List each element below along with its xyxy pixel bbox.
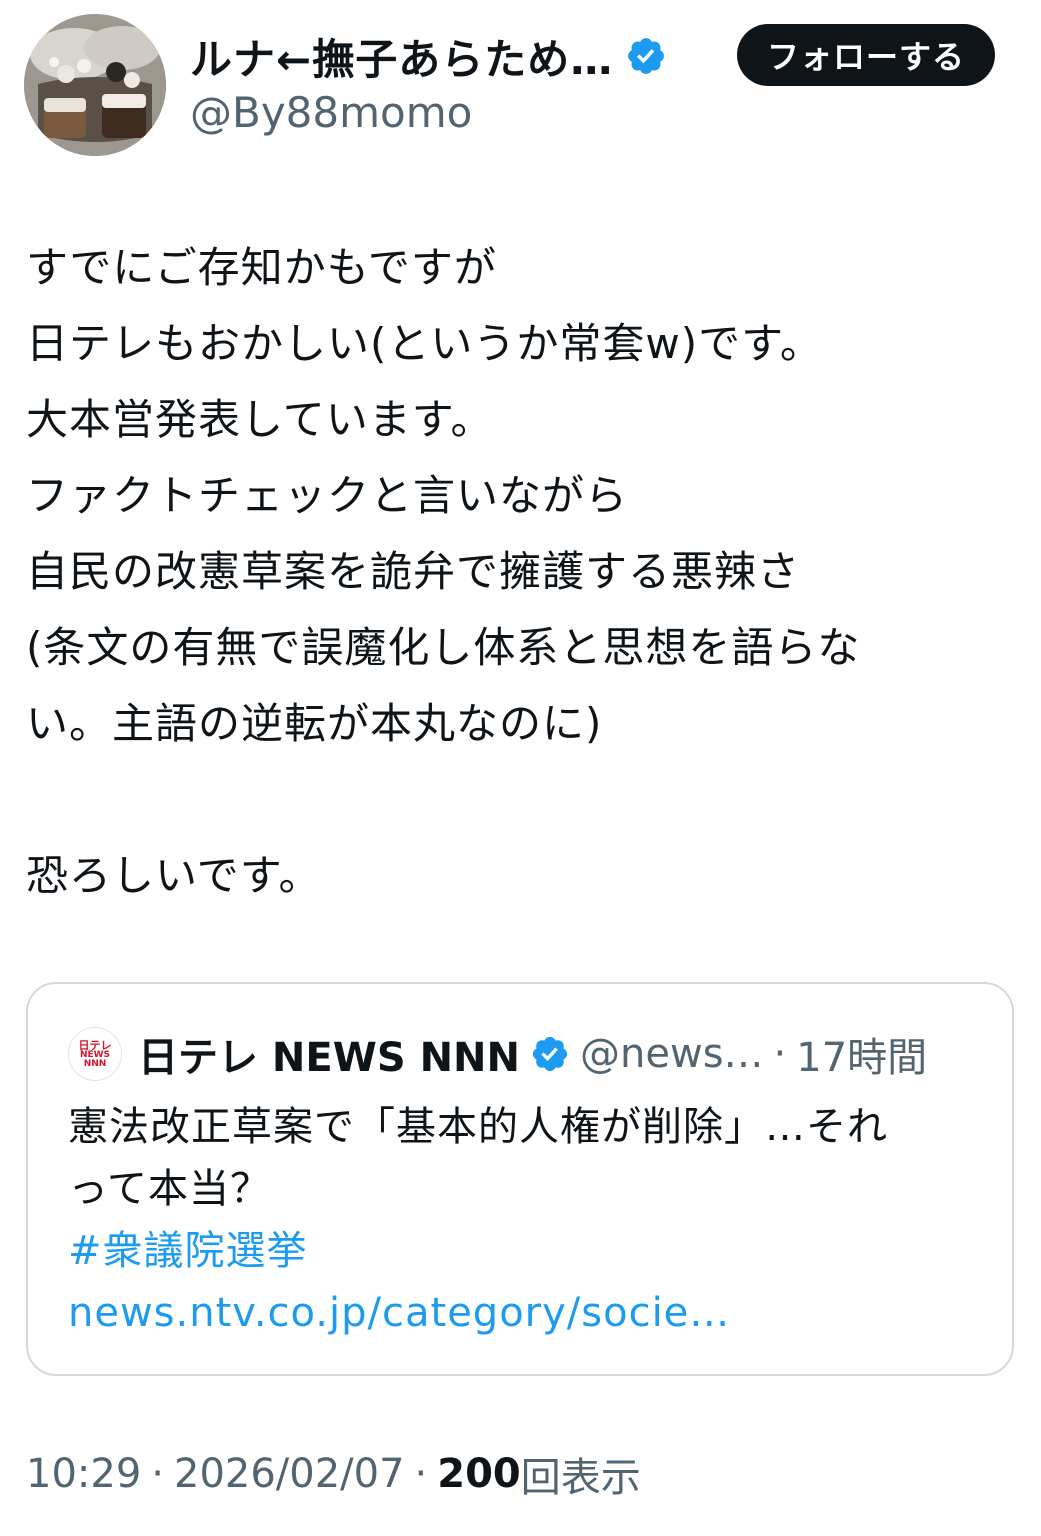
separator-dot: · (773, 1031, 787, 1077)
tweet-line: (条文の有無で誤魔化し体系と思想を語らな (26, 623, 861, 672)
tweet-line: 大本営発表しています。 (26, 395, 494, 444)
ntv-news-logo-icon: 日テレ NEWS NNN (68, 1027, 122, 1081)
author-handle[interactable]: @By88momo (190, 88, 472, 137)
quoted-tweet-text: 憲法改正草案で「基本的人権が削除」…それ って本当？ #衆議院選挙 news.n… (68, 1096, 978, 1344)
author-name-row[interactable]: ルナ←撫子あらため… (190, 24, 667, 88)
verified-badge-icon (532, 1036, 568, 1072)
tweet-meta: 10:29 · 2026/02/07 · 200 回表示 (26, 1446, 641, 1502)
author-display-name[interactable]: ルナ←撫子あらため… (190, 26, 613, 87)
tweet-text: すでにご存知かもですが 日テレもおかしい(というか常套w)です。 大本営発表して… (26, 230, 1016, 914)
quoted-text-line: 憲法改正草案で「基本的人権が削除」…それ (68, 1104, 888, 1150)
quoted-author-name: 日テレ NEWS NNN (138, 1035, 521, 1081)
tweet-line: 恐ろしいです。 (26, 851, 322, 900)
quoted-text-line: って本当？ (68, 1166, 271, 1212)
tweet-line: ファクトチェックと言いながら (26, 471, 629, 520)
quoted-tweet-header: 日テレ NEWS NNN 日テレ NEWS NNN @news… · 17時間 (68, 1024, 927, 1084)
tweet-time[interactable]: 10:29 (26, 1451, 141, 1497)
tweet-line: い。主語の逆転が本丸なのに) (26, 699, 603, 748)
separator-dot: · (151, 1451, 164, 1497)
hashtag-link[interactable]: #衆議院選挙 (68, 1228, 308, 1274)
avatar[interactable] (24, 14, 166, 156)
views-label: 回表示 (520, 1455, 641, 1501)
avatar-image (24, 14, 166, 156)
quoted-tweet-card[interactable]: 日テレ NEWS NNN 日テレ NEWS NNN @news… · 17時間 … (26, 982, 1014, 1376)
tweet-date[interactable]: 2026/02/07 (174, 1451, 405, 1497)
tweet-line: 自民の改憲草案を詭弁で擁護する悪辣さ (26, 547, 801, 596)
article-link[interactable]: news.ntv.co.jp/category/socie… (68, 1290, 730, 1336)
separator-dot: · (414, 1451, 428, 1497)
tweet-line: すでにご存知かもですが (26, 243, 497, 292)
quoted-tweet-time: 17時間 (796, 1035, 928, 1081)
views-count: 200 (437, 1451, 521, 1497)
quoted-author-handle: @news… (580, 1031, 764, 1077)
tweet-line: 日テレもおかしい(というか常套w)です。 (26, 319, 823, 368)
follow-button[interactable]: フォローする (737, 24, 995, 86)
verified-badge-icon (628, 38, 665, 74)
